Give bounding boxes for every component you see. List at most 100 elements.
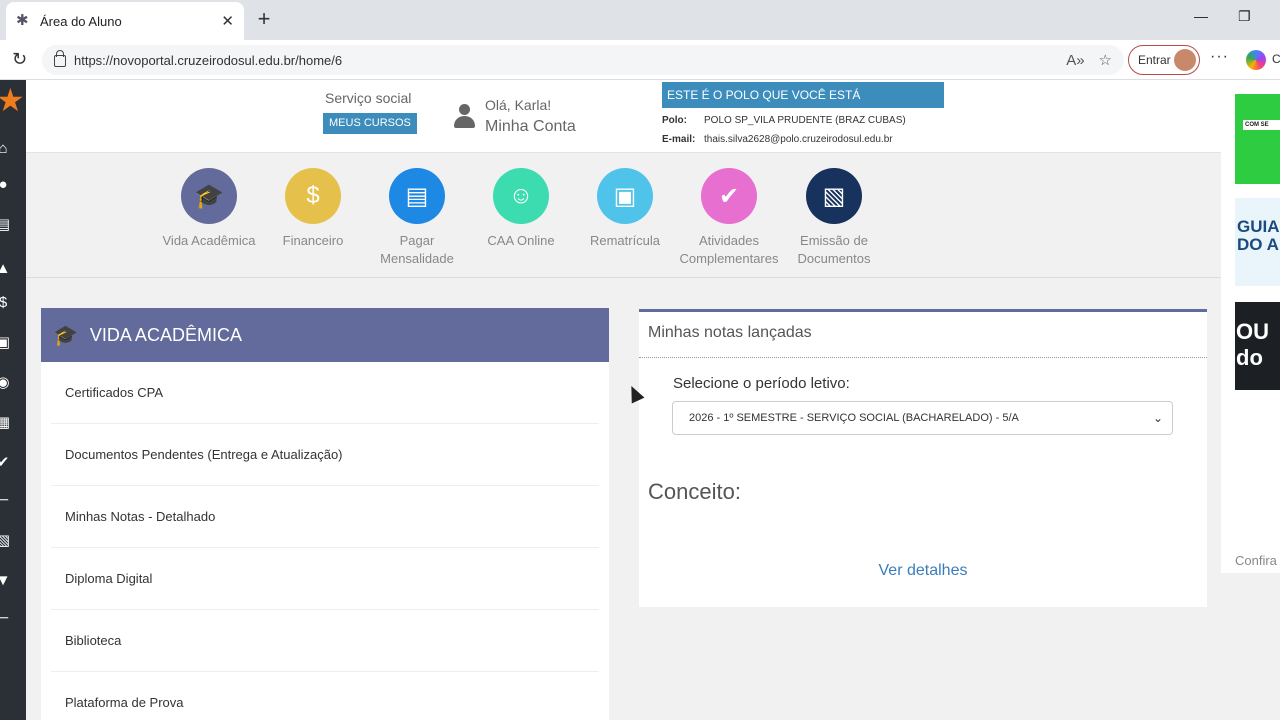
logo-star-icon[interactable]: ★ (0, 84, 25, 116)
my-account-link[interactable]: Minha Conta (485, 118, 576, 136)
nav-label: Atividades Complementares (679, 233, 779, 266)
home-icon[interactable]: ⌂ (0, 140, 12, 158)
browser-tabbar: ✱ Área do Aluno ✕ + — ❐ (0, 0, 1280, 40)
greeting-text: Olá, Karla! (485, 97, 552, 113)
reload-icon[interactable]: ↻ (12, 49, 27, 70)
student-header: Serviço social MEUS CURSOS Olá, Karla! M… (26, 80, 1221, 153)
vida-academica-list: Certificados CPA Documentos Pendentes (E… (41, 362, 609, 720)
signpost-icon[interactable]: ⊢ (0, 492, 12, 510)
signin-button[interactable]: Entrar (1128, 45, 1200, 75)
nav-vida-academica[interactable]: 🎓 Vida Acadêmica (157, 168, 261, 250)
list-item[interactable]: Certificados CPA (51, 362, 599, 424)
vida-academica-panel: 🎓 VIDA ACADÊMICA Certificados CPA Docume… (41, 308, 609, 720)
ver-detalhes-link[interactable]: Ver detalhes (639, 562, 1207, 580)
quick-nav: 🎓 Vida Acadêmica $ Financeiro ▤ Pagar Me… (26, 154, 1221, 278)
nav-label: CAA Online (487, 233, 555, 248)
ad-banner-3[interactable]: OU do (1235, 302, 1280, 390)
graduation-cap-icon: 🎓 (181, 168, 237, 224)
nav-label: Financeiro (282, 233, 344, 248)
nav-financeiro[interactable]: $ Financeiro (261, 168, 365, 250)
address-bar[interactable]: https://novoportal.cruzeirodosul.edu.br/… (42, 45, 1124, 75)
copilot-icon[interactable] (1246, 50, 1266, 70)
user-icon[interactable]: ● (0, 176, 12, 194)
graduation-cap-icon[interactable]: ▲ (0, 260, 12, 278)
nav-emissao-documentos[interactable]: ▧ Emissão de Documentos (782, 168, 886, 268)
ads-column: COM SE GUIA DO A OU do Confira (1221, 80, 1280, 720)
portal-page: Serviço social MEUS CURSOS Olá, Karla! M… (26, 80, 1221, 720)
list-item[interactable]: Biblioteca (51, 610, 599, 672)
signin-label: Entrar (1138, 53, 1171, 67)
confira-text: Confira (1235, 553, 1277, 568)
document-icon[interactable]: ▧ (0, 532, 12, 550)
polo-label: Polo: (662, 115, 687, 126)
dollar-coin-icon: $ (285, 168, 341, 224)
user-account-icon[interactable] (453, 104, 475, 128)
conceito-label: Conceito: (648, 479, 741, 504)
nav-caa-online[interactable]: ☺ CAA Online (469, 168, 573, 250)
close-tab-icon[interactable]: ✕ (221, 12, 234, 30)
list-item[interactable]: Minhas Notas - Detalhado (51, 486, 599, 548)
my-courses-button[interactable]: MEUS CURSOS (323, 113, 417, 134)
ad-text: GUIA DO A (1237, 217, 1280, 254)
nav-rematricula[interactable]: ▣ Rematrícula (573, 168, 677, 250)
check-badge-icon: ✔ (701, 168, 757, 224)
polo-email: E-mail: thais.silva2628@polo.cruzeirodosu… (662, 134, 893, 145)
list-item[interactable]: Diploma Digital (51, 548, 599, 610)
nav-pagar-mensalidade[interactable]: ▤ Pagar Mensalidade (365, 168, 469, 268)
tab-title: Área do Aluno (40, 13, 122, 29)
graduation-cap-icon: 🎓 (53, 324, 78, 347)
url-text[interactable]: https://novoportal.cruzeirodosul.edu.br/… (74, 53, 1052, 68)
new-tab-icon[interactable]: + (252, 6, 276, 32)
ad-banner-2[interactable]: GUIA DO A (1235, 198, 1280, 286)
left-sidebar: ★ ⌂ ● ▤ ▲ $ ▣ ◉ ▦ ✔ ⊢ ▧ ▼ ⊢ (0, 80, 26, 720)
polo-banner: ESTE É O POLO QUE VOCÊ ESTÁ MATRICULADO (662, 82, 944, 128)
nav-label: Emissão de Documentos (797, 233, 871, 266)
book-icon[interactable]: ▤ (0, 216, 12, 234)
polo-info: Polo: POLO SP_VILA PRUDENTE (BRAZ CUBAS) (662, 115, 906, 126)
nav-label: Rematrícula (589, 233, 661, 248)
ad-banner-1[interactable]: COM SE (1235, 94, 1280, 184)
vida-academica-header: 🎓 VIDA ACADÊMICA (41, 308, 609, 362)
browser-tab[interactable]: ✱ Área do Aluno ✕ (6, 2, 244, 40)
periodo-selected-value: 2026 - 1º SEMESTRE - SERVIÇO SOCIAL (BAC… (689, 412, 1019, 424)
course-name: Serviço social (325, 90, 412, 106)
invoice-icon: ▤ (389, 168, 445, 224)
ads-footer (1221, 573, 1280, 720)
nav-atividades-complementares[interactable]: ✔ Atividades Complementares (677, 168, 781, 268)
list-item[interactable]: Plataforma de Prova (51, 672, 599, 720)
email-label: E-mail: (662, 134, 696, 145)
site-favicon-icon: ✱ (16, 12, 29, 29)
email-value: thais.silva2628@polo.cruzeirodosul.edu.b… (704, 134, 893, 145)
copilot-label: C (1272, 52, 1280, 66)
minimize-icon[interactable]: — (1194, 8, 1208, 24)
id-card-icon[interactable]: ▦ (0, 414, 12, 432)
ad-text: COM SE (1243, 120, 1280, 130)
invoice-icon[interactable]: ▣ (0, 334, 12, 352)
more-options-icon[interactable]: ··· (1210, 48, 1229, 66)
ad-text: OU do (1236, 319, 1269, 370)
id-card-icon: ▣ (597, 168, 653, 224)
lock-icon (54, 50, 66, 67)
minhas-notas-panel: Minhas notas lançadas Selecione o períod… (639, 309, 1207, 607)
document-download-icon: ▧ (806, 168, 862, 224)
check-icon[interactable]: ✔ (0, 454, 12, 472)
panel-title: VIDA ACADÊMICA (89, 324, 242, 345)
read-aloud-icon[interactable]: A» (1066, 52, 1084, 69)
nav-label: Pagar Mensalidade (380, 233, 454, 266)
nav-label: Vida Acadêmica (162, 233, 256, 248)
periodo-label: Selecione o período letivo: (673, 375, 850, 392)
notas-title: Minhas notas lançadas (639, 312, 1207, 358)
signpost-icon-2[interactable]: ⊢ (0, 610, 12, 628)
periodo-select[interactable]: 2026 - 1º SEMESTRE - SERVIÇO SOCIAL (BAC… (672, 401, 1173, 435)
favorite-star-icon[interactable]: ☆ (1099, 51, 1112, 69)
browser-toolbar: ↻ https://novoportal.cruzeirodosul.edu.b… (0, 40, 1280, 80)
profile-avatar (1174, 49, 1196, 71)
bell-icon[interactable]: ▼ (0, 572, 12, 590)
support-agent-icon: ☺ (493, 168, 549, 224)
support-icon[interactable]: ◉ (0, 374, 12, 392)
polo-value: POLO SP_VILA PRUDENTE (BRAZ CUBAS) (704, 115, 906, 126)
list-item[interactable]: Documentos Pendentes (Entrega e Atualiza… (51, 424, 599, 486)
restore-icon[interactable]: ❐ (1238, 8, 1251, 25)
dollar-icon[interactable]: $ (0, 294, 12, 312)
chevron-down-icon: ⌄ (1152, 411, 1163, 425)
